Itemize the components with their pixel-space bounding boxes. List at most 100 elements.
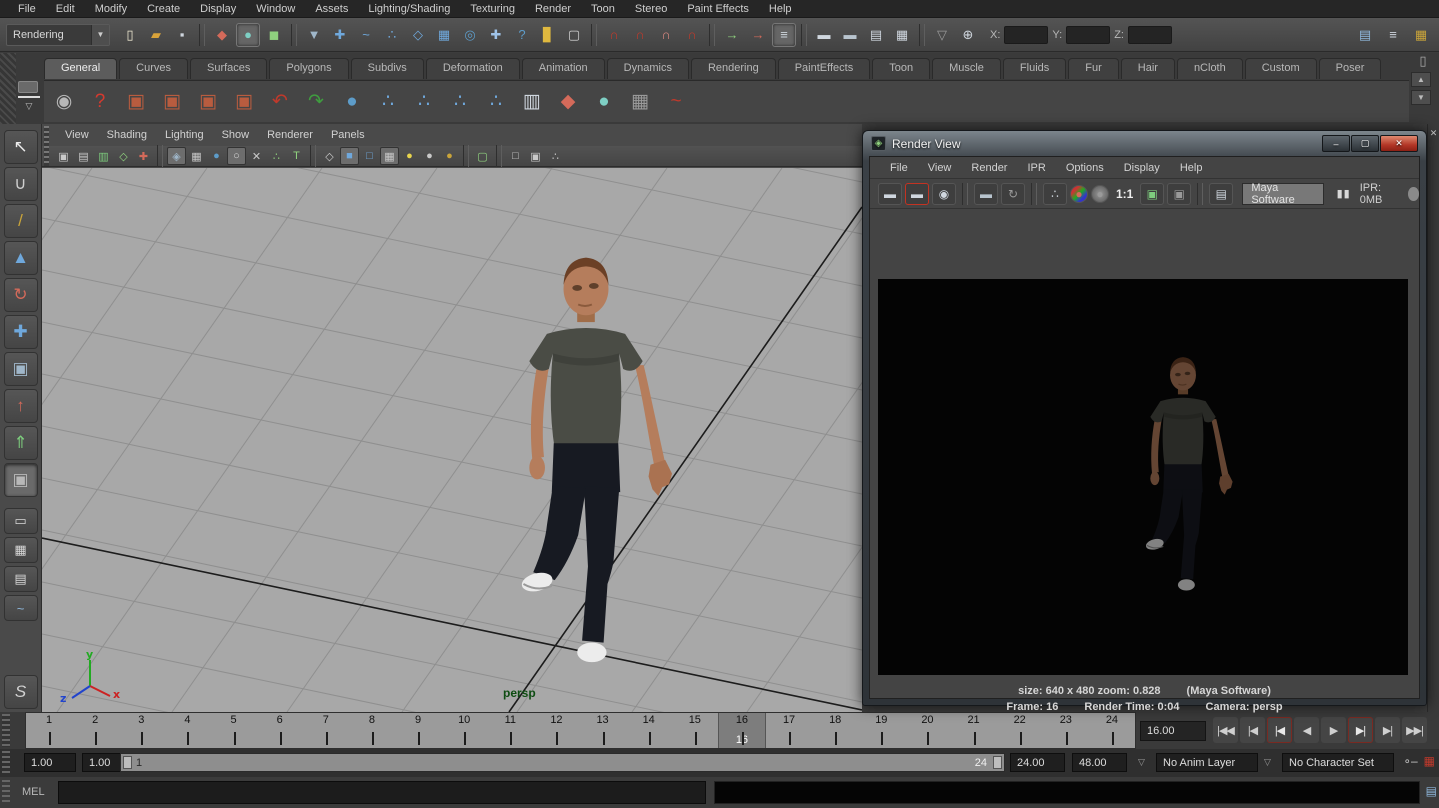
shelf-tab[interactable]: Dynamics xyxy=(607,58,689,79)
stop-render-icon[interactable] xyxy=(1408,187,1419,201)
frame-cell[interactable]: 21 xyxy=(951,713,997,748)
render-sequence-icon[interactable]: ▦ xyxy=(890,23,914,47)
timeline-drag-handle[interactable] xyxy=(2,714,10,747)
frame-ruler[interactable]: 1 2 3 4 5 xyxy=(25,712,1136,749)
menu-item[interactable]: Assets xyxy=(305,1,358,17)
shelf-tab[interactable]: Surfaces xyxy=(190,58,267,79)
shelf-scroll-down-button[interactable]: ▼ xyxy=(1411,90,1431,105)
select-component-icon[interactable]: ◼ xyxy=(262,23,286,47)
shelf-tab[interactable]: Fur xyxy=(1068,58,1119,79)
select-hierarchy-shelf-icon[interactable]: ◆ xyxy=(552,86,584,118)
animation-end-field[interactable]: 48.00 xyxy=(1072,753,1127,772)
absolute-transform-icon[interactable]: ⊕ xyxy=(956,23,980,47)
shelf-tab[interactable]: Custom xyxy=(1245,58,1317,79)
frame-cell[interactable]: 19 xyxy=(858,713,904,748)
snap-to-grid-icon[interactable]: ✚ xyxy=(328,23,352,47)
frame-cell[interactable]: 3 xyxy=(118,713,164,748)
select-component-shelf-icon[interactable]: ▦ xyxy=(624,86,656,118)
snap-to-curve-icon[interactable]: ~ xyxy=(354,23,378,47)
step-back-frame-button[interactable]: |◀ xyxy=(1240,717,1265,743)
shelf-drag-handle[interactable] xyxy=(0,53,16,124)
step-forward-key-button[interactable]: ▶| xyxy=(1348,717,1373,743)
ipr-render-icon[interactable]: ▬ xyxy=(838,23,862,47)
frame-cell[interactable]: 20 xyxy=(904,713,950,748)
pane-cube-icon[interactable]: □ xyxy=(506,147,525,165)
shelf-tab[interactable]: Deformation xyxy=(426,58,520,79)
highlight-selection-icon[interactable]: ▢ xyxy=(562,23,586,47)
character-set-field[interactable]: No Character Set xyxy=(1282,753,1394,772)
render-settings-icon[interactable]: ▣ xyxy=(1140,183,1164,205)
perspective-viewport[interactable]: ViewShadingLightingShowRendererPanels ▣▤… xyxy=(42,124,862,712)
camera-attributes-icon[interactable]: ▤ xyxy=(74,147,93,165)
frame-cell[interactable]: 7 xyxy=(303,713,349,748)
save-scene-icon[interactable]: ▪ xyxy=(170,23,194,47)
render-current-frame-icon[interactable]: ▬ xyxy=(878,183,902,205)
play-backwards-button[interactable]: ◀ xyxy=(1294,717,1319,743)
close-button[interactable]: ✕ xyxy=(1380,135,1418,152)
lock-selection-icon[interactable]: ▊ xyxy=(536,23,560,47)
trash-icon[interactable]: ▯ xyxy=(1411,53,1435,69)
frame-cell[interactable]: 12 xyxy=(533,713,579,748)
maximize-button[interactable]: ▢ xyxy=(1351,135,1379,152)
render-view-menu-item[interactable]: Display xyxy=(1114,160,1170,176)
camera-tumble-icon[interactable]: ▣ xyxy=(120,86,152,118)
frame-cell[interactable]: 1 xyxy=(26,713,72,748)
frame-cell[interactable]: 17 xyxy=(766,713,812,748)
set-key-icon[interactable]: ∘– xyxy=(1403,754,1417,768)
menu-item[interactable]: Texturing xyxy=(460,1,525,17)
shelf-tab[interactable]: Polygons xyxy=(269,58,348,79)
panel-menu-item[interactable]: Show xyxy=(213,127,259,143)
panel-menu-item[interactable]: Shading xyxy=(98,127,156,143)
rendered-image[interactable] xyxy=(878,279,1408,675)
y-input[interactable] xyxy=(1066,26,1110,44)
zoom-ratio-label[interactable]: 1:1 xyxy=(1112,187,1137,201)
menu-item[interactable]: Toon xyxy=(581,1,625,17)
step-back-key-button[interactable]: |◀ xyxy=(1267,717,1292,743)
delete-unused-icon[interactable]: ● xyxy=(336,86,368,118)
render-view-window[interactable]: ◈ Render View – ▢ ✕ FileViewRenderIPROpt… xyxy=(862,130,1427,706)
frame-cell[interactable]: 9 xyxy=(395,713,441,748)
snapshot-icon[interactable]: ◉ xyxy=(932,183,956,205)
play-forwards-button[interactable]: ▶ xyxy=(1321,717,1346,743)
xray-icon[interactable]: ✕ xyxy=(247,147,266,165)
shelf-tab[interactable]: Rendering xyxy=(691,58,776,79)
step-forward-frame-button[interactable]: ▶| xyxy=(1375,717,1400,743)
default-material-icon[interactable]: ◇ xyxy=(320,147,339,165)
joint-tool-icon[interactable]: ∴ xyxy=(372,86,404,118)
camera-roll-icon[interactable]: ▣ xyxy=(228,86,260,118)
frame-cell[interactable]: 24 xyxy=(1089,713,1135,748)
frame-cell[interactable]: 11 xyxy=(487,713,533,748)
menu-item[interactable]: Help xyxy=(759,1,802,17)
frame-cell[interactable]: 23 xyxy=(1043,713,1089,748)
help-icon[interactable]: ? xyxy=(84,86,116,118)
ipr-render-icon[interactable]: ▬ xyxy=(974,183,998,205)
move-normal-tool-icon[interactable]: ↑ xyxy=(4,389,38,423)
menu-item[interactable]: Stereo xyxy=(625,1,677,17)
command-input[interactable] xyxy=(58,781,706,804)
menu-item[interactable]: Paint Effects xyxy=(677,1,759,17)
frame-cell[interactable]: 18 xyxy=(812,713,858,748)
select-tool-icon[interactable]: ↖ xyxy=(4,130,38,164)
light-flat-icon[interactable]: ● xyxy=(420,147,439,165)
tool-settings-icon[interactable]: ▦ xyxy=(1409,23,1433,47)
select-hierarchy-icon[interactable]: ◆ xyxy=(210,23,234,47)
joint-chain-icon[interactable]: ∴ xyxy=(480,86,512,118)
share-view-icon[interactable]: ∴ xyxy=(546,147,565,165)
x-input[interactable] xyxy=(1004,26,1048,44)
display-alpha-channel-icon[interactable]: ● xyxy=(1091,185,1109,203)
open-scene-icon[interactable]: ▰ xyxy=(144,23,168,47)
display-rgb-channels-icon[interactable]: ● xyxy=(1070,185,1088,203)
pause-ipr-icon[interactable]: ▮▮ xyxy=(1337,187,1351,200)
snap-magnet-plane-icon[interactable]: ∩ xyxy=(680,23,704,47)
shelf-toggle-button[interactable] xyxy=(18,81,38,93)
render-view-menu-item[interactable]: Options xyxy=(1056,160,1114,176)
render-current-frame-icon[interactable]: ▬ xyxy=(812,23,836,47)
panel-drag-handle[interactable] xyxy=(44,126,49,166)
shelf-tab[interactable]: Toon xyxy=(872,58,930,79)
filter-dropdown-icon[interactable]: ▽ xyxy=(930,23,954,47)
output-connections-icon[interactable]: → xyxy=(746,23,770,47)
select-object-icon[interactable]: ● xyxy=(236,23,260,47)
ik-handle-tool-icon[interactable]: ∴ xyxy=(408,86,440,118)
image-plane-icon[interactable]: ◇ xyxy=(114,147,133,165)
panel-menu-item[interactable]: Renderer xyxy=(258,127,322,143)
